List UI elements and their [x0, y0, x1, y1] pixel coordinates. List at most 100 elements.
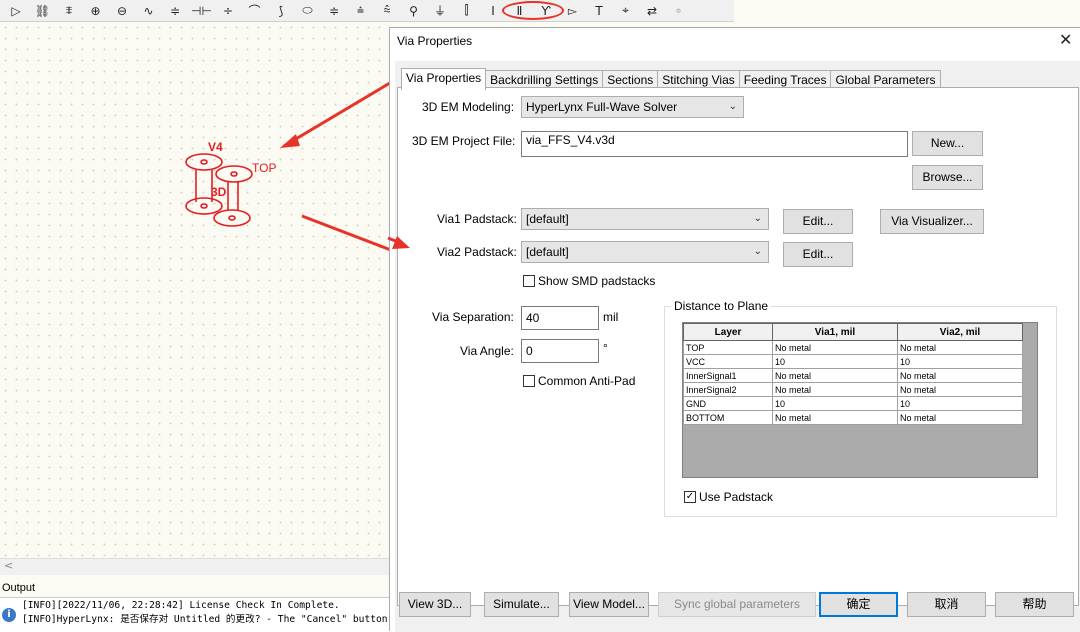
tab-bar: Via Properties Backdrilling Settings Sec…	[401, 68, 941, 90]
table-row: VCC 10 10	[683, 354, 1023, 369]
cell-via2[interactable]: No metal	[897, 382, 1023, 397]
cell-via1[interactable]: 10	[772, 396, 898, 411]
swap-icon[interactable]: ⇄	[642, 1, 662, 21]
view-3d-button[interactable]: View 3D...	[399, 592, 471, 617]
transmission-line-icon[interactable]: ⬭	[298, 1, 318, 21]
cell-via2[interactable]: 10	[897, 396, 1023, 411]
chevron-down-icon: ⌄	[728, 101, 737, 112]
diode-icon[interactable]: ÷	[218, 1, 238, 21]
cell-layer[interactable]: InnerSignal2	[683, 382, 773, 397]
cell-via1[interactable]: No metal	[772, 368, 898, 383]
arrow-to-via	[283, 81, 389, 148]
distance-to-plane-group: Distance to Plane Layer Via1, mil Via2, …	[664, 299, 1057, 517]
output-line: [INFO]HyperLynx: 是否保存对 Untitled 的更改? - T…	[22, 614, 388, 625]
cancel-button[interactable]: 取消	[907, 592, 986, 617]
via-name-label: V4	[208, 140, 223, 154]
cell-via1[interactable]: No metal	[772, 410, 898, 425]
crosshair-icon[interactable]: ⌖	[616, 1, 636, 21]
via1-padstack-value: [default]	[526, 212, 569, 226]
via-separation-unit: mil	[603, 310, 619, 324]
cell-via1[interactable]: 10	[772, 354, 898, 369]
cell-via2[interactable]: No metal	[897, 410, 1023, 425]
test-point-icon[interactable]: ⚲	[404, 1, 424, 21]
sync-global-parameters-button[interactable]: Sync global parameters	[658, 592, 816, 617]
distance-to-plane-title: Distance to Plane	[671, 299, 772, 313]
via-separation-label: Via Separation:	[432, 310, 514, 324]
via-angle-unit: °	[603, 341, 608, 355]
em-modeling-select[interactable]: HyperLynx Full-Wave Solver ⌄	[521, 96, 744, 118]
column-header-via2[interactable]: Via2, mil	[897, 323, 1023, 341]
stub-icon[interactable]: ⩯	[377, 1, 397, 21]
via2-padstack-label: Via2 Padstack:	[437, 245, 517, 259]
show-smd-checkbox[interactable]	[523, 275, 535, 287]
text-icon[interactable]: T	[589, 1, 609, 21]
cell-via1[interactable]: No metal	[772, 382, 898, 397]
cell-via2[interactable]: 10	[897, 354, 1023, 369]
resistor-icon[interactable]: ∿	[139, 1, 159, 21]
browse-button[interactable]: Browse...	[912, 165, 983, 190]
output-title: Output	[2, 582, 36, 594]
via-visualizer-button[interactable]: Via Visualizer...	[880, 209, 984, 234]
via2-padstack-select[interactable]: [default] ⌄	[521, 241, 769, 263]
view-model-button[interactable]: View Model...	[569, 592, 649, 617]
cell-layer[interactable]: BOTTOM	[683, 410, 773, 425]
cell-layer[interactable]: InnerSignal1	[683, 368, 773, 383]
em-modeling-value: HyperLynx Full-Wave Solver	[526, 100, 678, 114]
cell-via2[interactable]: No metal	[897, 368, 1023, 383]
cell-via1[interactable]: No metal	[772, 340, 898, 355]
cell-layer[interactable]: TOP	[683, 340, 773, 355]
via-single-icon[interactable]: Ⅰ	[483, 1, 503, 21]
via-symbol-drawing	[185, 81, 389, 251]
via1-edit-button[interactable]: Edit...	[783, 209, 853, 234]
probe-icon[interactable]: ⊖	[112, 1, 132, 21]
cell-layer[interactable]: VCC	[683, 354, 773, 369]
receiver-icon[interactable]: ⛓	[33, 1, 53, 21]
via-3d-label: 3D	[211, 185, 227, 199]
em-modeling-label: 3D EM Modeling:	[422, 100, 515, 114]
connector-icon[interactable]: ⟆	[271, 1, 291, 21]
via1-padstack-select[interactable]: [default] ⌄	[521, 208, 769, 230]
distance-table-container: Layer Via1, mil Via2, mil TOP No metal No …	[682, 322, 1038, 478]
inductor-icon[interactable]: ⊣⊢	[191, 1, 212, 21]
via-icon[interactable]: ⫿	[457, 1, 477, 21]
disabled-icon[interactable]: ⚬	[669, 1, 689, 21]
table-row: TOP No metal No metal	[683, 340, 1023, 355]
ok-button[interactable]: 确定	[819, 592, 898, 617]
cell-layer[interactable]: GND	[683, 396, 773, 411]
show-smd-label: Show SMD padstacks	[538, 274, 656, 288]
info-icon: i	[2, 608, 16, 622]
new-button[interactable]: New...	[912, 131, 983, 156]
via1-padstack-label: Via1 Padstack:	[437, 212, 517, 226]
jumper-icon[interactable]: ⌒	[245, 1, 265, 21]
ground-icon[interactable]: ⏚	[430, 1, 450, 21]
coupled-line-icon[interactable]: ≑	[324, 1, 344, 21]
canvas-horizontal-scrollbar[interactable]: <	[0, 558, 389, 575]
via-separation-input[interactable]: 40	[521, 306, 599, 330]
arrow-to-via2-padstack-line	[301, 214, 389, 251]
close-icon[interactable]: ✕	[1059, 30, 1072, 49]
schematic-canvas[interactable]: V4 TOP 3D	[0, 22, 389, 558]
scroll-left-icon[interactable]: <	[4, 559, 13, 572]
driver-icon[interactable]: ▷	[6, 1, 26, 21]
tab-via-properties[interactable]: Via Properties	[401, 68, 487, 90]
column-header-layer[interactable]: Layer	[683, 323, 773, 341]
simulate-button[interactable]: Simulate...	[484, 592, 559, 617]
toolbar-highlight-ring	[502, 1, 564, 20]
port-icon[interactable]: ▻	[563, 1, 583, 21]
differential-line-icon[interactable]: ⩮	[351, 1, 371, 21]
help-button[interactable]: 帮助	[995, 592, 1074, 617]
cell-via2[interactable]: No metal	[897, 340, 1023, 355]
table-row: InnerSignal1 No metal No metal	[683, 368, 1023, 383]
capacitor-icon[interactable]: ≑	[165, 1, 185, 21]
via-angle-input[interactable]: 0	[521, 339, 599, 363]
terminator-icon[interactable]: ⊕	[86, 1, 106, 21]
column-header-via1[interactable]: Via1, mil	[772, 323, 898, 341]
use-padstack-checkbox[interactable]: ✓	[684, 491, 696, 503]
ic-component-icon[interactable]: ⩨	[59, 1, 79, 21]
schematic-toolbar: ▷ ⛓ ⩨ ⊕ ⊖ ∿ ≑ ⊣⊢ ÷ ⌒ ⟆ ⬭ ≑ ⩮ ⩯ ⚲ ⏚ ⫿ Ⅰ Ⅱ Ƴ ▻ T ⌖ ⇄ ⚬	[0, 0, 734, 22]
common-antipad-checkbox[interactable]	[523, 375, 535, 387]
dialog-button-bar: View 3D... Simulate... View Model... Syn…	[395, 592, 1080, 632]
via2-edit-button[interactable]: Edit...	[783, 242, 853, 267]
project-file-input[interactable]: via_FFS_V4.v3d	[521, 131, 908, 157]
table-row: GND 10 10	[683, 396, 1023, 411]
